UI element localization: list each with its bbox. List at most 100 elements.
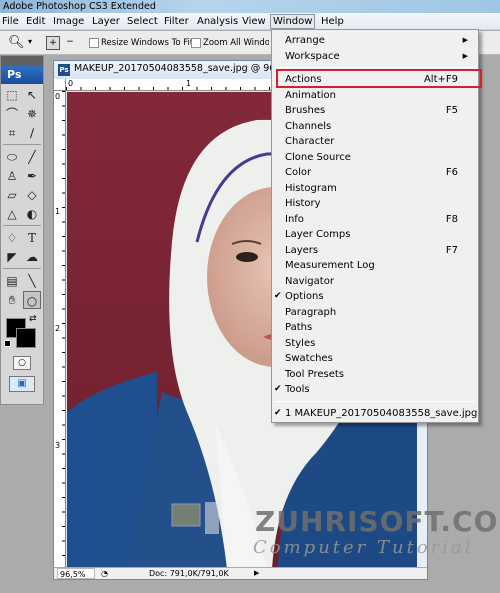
menu-item-label: Paragraph (285, 306, 337, 318)
window-menu-item-tools[interactable]: ✔ Tools (272, 382, 478, 398)
menu-item-label: Animation (285, 89, 336, 101)
app-title: Adobe Photoshop CS3 Extended (3, 1, 156, 12)
screen-mode-icon[interactable]: ▣ (9, 376, 35, 392)
status-arrow-icon[interactable]: ▶ (254, 568, 259, 579)
menu-item-label: Info (285, 213, 304, 225)
menu-item-label: Clone Source (285, 151, 351, 163)
menu-window[interactable]: Window (270, 14, 316, 29)
window-menu-item-tool-presets[interactable]: Tool Presets (272, 367, 478, 383)
zoom-all-windows-label: Zoom All Windows (203, 38, 269, 48)
eyedropper-tool-icon[interactable]: ╲ (23, 272, 41, 290)
menu-item-label: Swatches (285, 353, 333, 364)
window-menu-item-paragraph[interactable]: Paragraph (272, 305, 478, 321)
move-tool-icon[interactable]: ↖ (23, 86, 41, 104)
menu-help[interactable]: Help (321, 15, 344, 28)
status-menu-icon[interactable]: ◔ (101, 568, 108, 579)
window-menu-item-navigator[interactable]: Navigator (272, 274, 478, 290)
checkmark-icon: ✔ (274, 407, 282, 418)
menu-select[interactable]: Select (127, 15, 158, 28)
window-menu-item-character[interactable]: Character (272, 134, 478, 150)
window-menu-item-info[interactable]: Info F8 (272, 212, 478, 228)
window-menu-item-layer-comps[interactable]: Layer Comps (272, 227, 478, 243)
blur-tool-icon[interactable]: △ (3, 205, 21, 223)
menu-file[interactable]: File (2, 15, 19, 28)
menu-item-label: Color (285, 167, 312, 178)
menu-layer[interactable]: Layer (92, 15, 120, 28)
tool-preset-dropdown-icon[interactable]: ▾ (28, 37, 32, 46)
window-menu-item-brushes[interactable]: Brushes F5 (272, 103, 478, 119)
clone-stamp-tool-icon[interactable]: ♙ (3, 167, 21, 185)
zoom-level-field[interactable]: 96,5% (57, 568, 95, 579)
quick-mask-icon[interactable]: ○ (13, 356, 31, 370)
menu-item-shortcut: F6 (445, 167, 458, 178)
menu-item-shortcut: F8 (445, 213, 458, 225)
window-menu-item-histogram[interactable]: Histogram (272, 181, 478, 197)
zoom-out-icon[interactable]: − (63, 36, 77, 50)
zoom-all-windows-checkbox[interactable] (191, 38, 201, 48)
notes-tool-icon[interactable]: ▤ (3, 272, 21, 290)
vertical-ruler[interactable]: 0 1 2 3 (54, 91, 66, 569)
submenu-arrow-icon: ▶ (462, 51, 468, 60)
title-bar: Adobe Photoshop CS3 Extended (0, 0, 500, 13)
window-menu-item-styles[interactable]: Styles (272, 336, 478, 352)
slice-tool-icon[interactable]: ∕ (23, 124, 41, 142)
path-selection-tool-icon[interactable]: ◤ (3, 248, 21, 266)
menu-item-label: Brushes (285, 105, 326, 116)
type-tool-icon[interactable]: T (23, 229, 41, 247)
window-menu-item-arrange[interactable]: Arrange ▶ (272, 33, 478, 49)
menu-separator (275, 400, 475, 402)
window-menu-item-1-makeup-20170504083558-save-jpg[interactable]: ✔ 1 MAKEUP_20170504083558_save.jpg (272, 406, 478, 422)
window-menu-item-animation[interactable]: Animation (272, 88, 478, 104)
menu-item-shortcut: F5 (445, 105, 458, 116)
history-brush-tool-icon[interactable]: ✒ (23, 167, 41, 185)
submenu-arrow-icon: ▶ (462, 36, 468, 44)
ruler-v-label: 2 (55, 324, 61, 333)
menu-item-label: History (285, 198, 321, 209)
menu-image[interactable]: Image (53, 15, 84, 28)
menu-item-label: Tools (285, 384, 310, 395)
window-menu-item-workspace[interactable]: Workspace ▶ (272, 49, 478, 65)
marquee-tool-icon[interactable]: ⬚ (3, 86, 21, 104)
background-color-swatch[interactable] (16, 328, 36, 348)
window-menu-dropdown: Arrange ▶ Workspace ▶ Actions Alt+F9 Animation… (271, 29, 479, 423)
pen-tool-icon[interactable]: ♢ (3, 229, 21, 247)
resize-windows-label: Resize Windows To Fit (101, 38, 194, 48)
menu-view[interactable]: View (242, 15, 266, 28)
brush-tool-icon[interactable]: ╱ (23, 148, 41, 166)
window-menu-item-swatches[interactable]: Swatches (272, 351, 478, 367)
window-menu-item-layers[interactable]: Layers F7 (272, 243, 478, 259)
ruler-origin[interactable] (54, 79, 66, 91)
custom-shape-tool-icon[interactable]: ☁ (23, 248, 41, 266)
resize-windows-checkbox[interactable] (89, 38, 99, 48)
zoom-tool-icon[interactable]: 🔍︎ (8, 35, 25, 50)
watermark-title: ZUHRISOFT.COM (255, 505, 500, 538)
lasso-tool-icon[interactable]: ⌒ (3, 105, 21, 123)
healing-brush-tool-icon[interactable]: ⬭ (3, 148, 21, 166)
window-menu-item-history[interactable]: History (272, 196, 478, 212)
menu-item-label: Character (285, 136, 335, 147)
status-bar: 96,5% ◔ Doc: 791,0K/791,0K ▶ (54, 567, 427, 579)
default-colors-icon[interactable] (4, 340, 11, 347)
window-menu-item-options[interactable]: ✔ Options (272, 289, 478, 305)
menu-edit[interactable]: Edit (26, 15, 45, 28)
window-menu-item-paths[interactable]: Paths (272, 320, 478, 336)
swap-colors-icon[interactable]: ⇄ (29, 314, 37, 324)
zoom-in-icon[interactable]: + (46, 36, 60, 50)
eraser-tool-icon[interactable]: ▱ (3, 186, 21, 204)
menu-item-shortcut: F7 (445, 244, 458, 256)
window-menu-item-channels[interactable]: Channels (272, 119, 478, 135)
window-menu-item-clone-source[interactable]: Clone Source (272, 150, 478, 166)
toolbox-grip[interactable] (1, 56, 43, 66)
dodge-tool-icon[interactable]: ◐ (23, 205, 41, 223)
window-menu-item-color[interactable]: Color F6 (272, 165, 478, 181)
magic-wand-tool-icon[interactable]: ✵ (23, 105, 41, 123)
menu-separator (275, 67, 475, 68)
menu-bar: File Edit Image Layer Select Filter Anal… (0, 13, 500, 30)
menu-filter[interactable]: Filter (164, 15, 189, 28)
paint-bucket-tool-icon[interactable]: ◇ (23, 186, 41, 204)
crop-tool-icon[interactable]: ⌗ (3, 124, 21, 142)
menu-analysis[interactable]: Analysis (197, 15, 238, 28)
window-menu-item-measurement-log[interactable]: Measurement Log (272, 258, 478, 274)
hand-tool-icon[interactable]: ✋︎ (3, 291, 21, 309)
zoom-tool-icon[interactable]: ○ (23, 291, 41, 309)
